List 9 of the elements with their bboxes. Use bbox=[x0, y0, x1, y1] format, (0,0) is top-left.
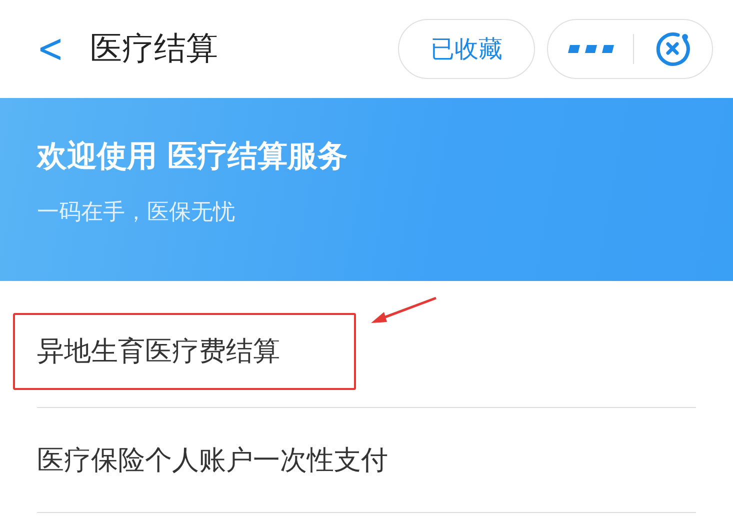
favorite-button[interactable]: 已收藏 bbox=[398, 19, 535, 79]
page-title: 医疗结算 bbox=[90, 28, 219, 69]
banner-subtitle: 一码在手，医保无忧 bbox=[37, 199, 236, 227]
list-item[interactable]: 医疗保险个人账户一次性支付 bbox=[37, 445, 388, 476]
list-item[interactable]: 异地生育医疗费结算 bbox=[37, 333, 280, 369]
banner-title: 欢迎使用 医疗结算服务 bbox=[37, 138, 348, 176]
more-icon[interactable] bbox=[568, 44, 614, 54]
close-icon[interactable] bbox=[654, 30, 692, 68]
back-button[interactable]: < bbox=[37, 26, 61, 72]
